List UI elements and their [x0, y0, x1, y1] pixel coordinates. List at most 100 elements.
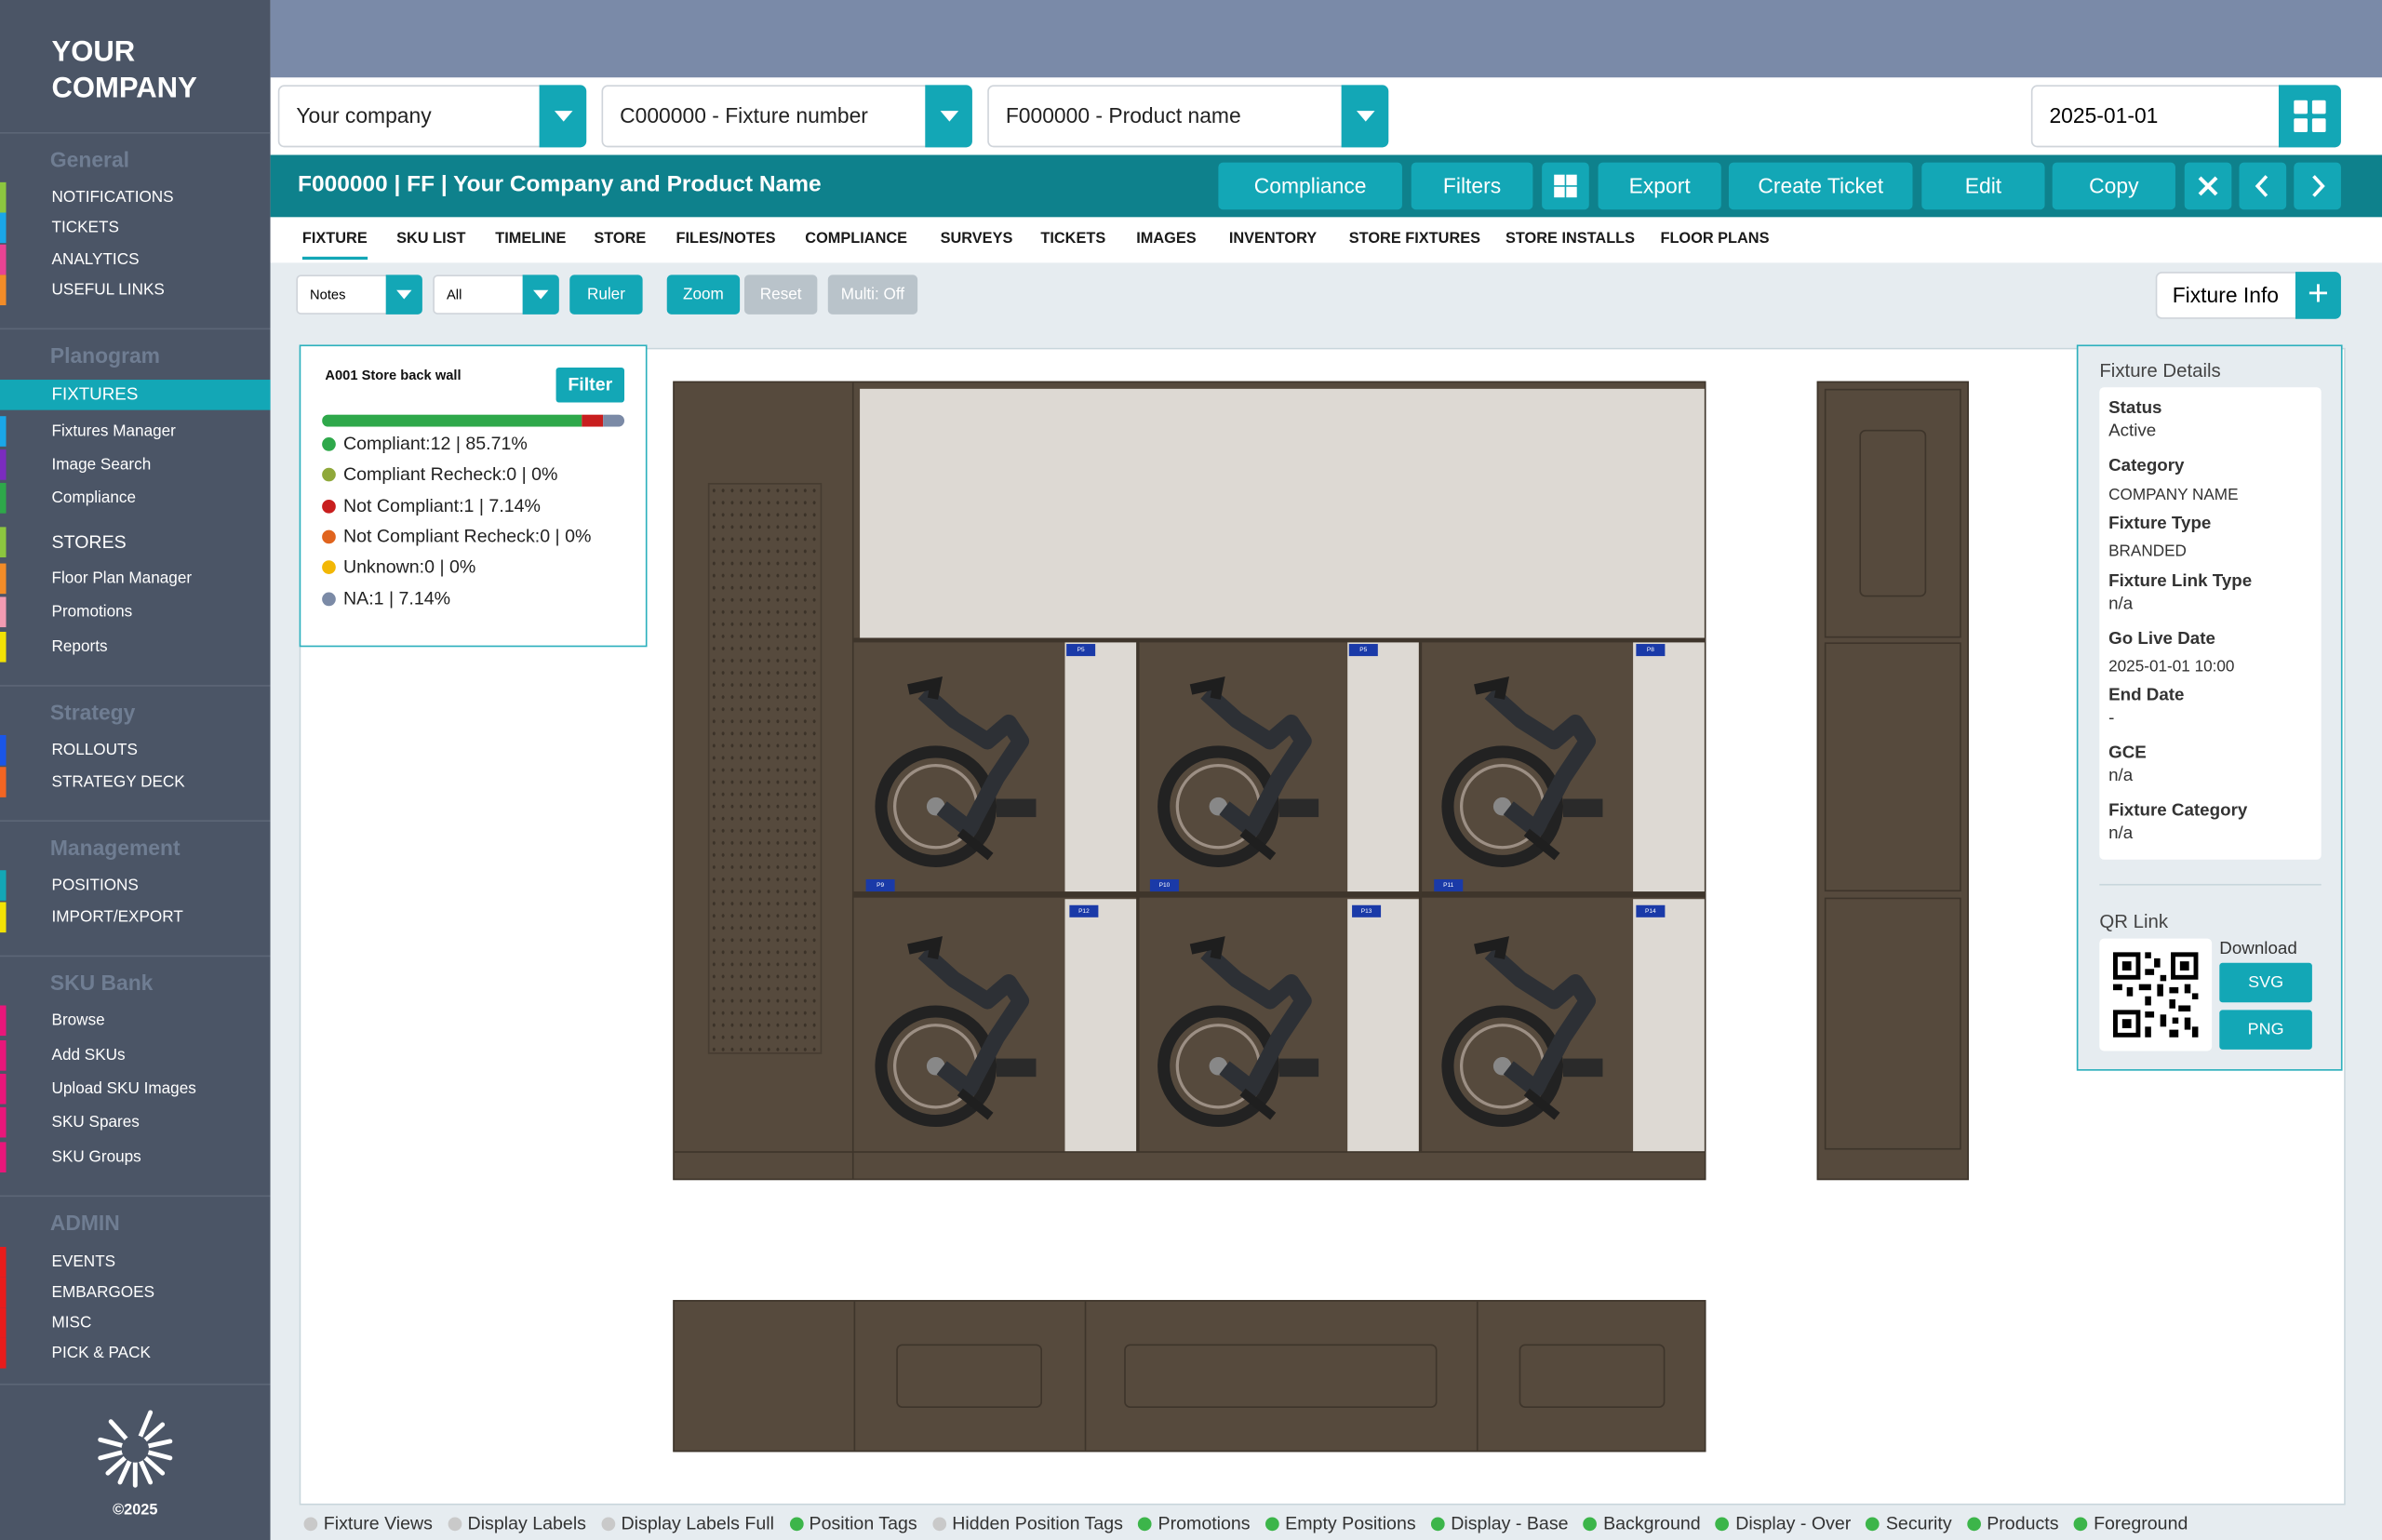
fixture-plan-view[interactable] — [673, 1300, 1706, 1453]
legend-toggle[interactable]: Hidden Position Tags — [932, 1513, 1123, 1533]
create-ticket-button[interactable]: Create Ticket — [1728, 162, 1913, 210]
tab-inventory[interactable]: INVENTORY — [1229, 231, 1317, 248]
sidebar-item-strategy-deck[interactable]: STRATEGY DECK — [0, 767, 271, 797]
position-tag[interactable]: P8 — [1636, 644, 1666, 657]
chevron-down-icon[interactable] — [522, 275, 559, 315]
sidebar-item-rollouts[interactable]: ROLLOUTS — [0, 734, 271, 766]
tab-sku-list[interactable]: SKU LIST — [396, 231, 465, 248]
notes-select[interactable]: Notes — [296, 275, 422, 315]
sidebar-item-sku-groups[interactable]: SKU Groups — [0, 1142, 271, 1173]
tab-store-fixtures[interactable]: STORE FIXTURES — [1349, 231, 1480, 248]
all-select[interactable]: All — [433, 275, 559, 315]
sidebar-item-sku-spares[interactable]: SKU Spares — [0, 1106, 271, 1138]
sidebar-item-compliance[interactable]: Compliance — [0, 483, 271, 514]
tab-floor-plans[interactable]: FLOOR PLANS — [1660, 231, 1769, 248]
position-tag[interactable]: P14 — [1636, 904, 1666, 917]
tab-tickets[interactable]: TICKETS — [1040, 231, 1105, 248]
chevron-down-icon[interactable] — [1341, 85, 1389, 148]
sidebar-item-analytics[interactable]: ANALYTICS — [0, 244, 271, 275]
grid-view-button[interactable] — [2278, 85, 2341, 148]
qr-code[interactable] — [2099, 938, 2213, 1051]
sidebar-item-embargoes[interactable]: EMBARGOES — [0, 1277, 271, 1308]
legend-toggle[interactable]: Display - Over — [1715, 1513, 1851, 1533]
filter-button[interactable]: Filter — [555, 367, 625, 403]
zoom-button[interactable]: Zoom — [666, 275, 741, 315]
tab-timeline[interactable]: TIMELINE — [495, 231, 566, 248]
compliance-button[interactable]: Compliance — [1218, 162, 1402, 210]
sidebar-item-fixtures[interactable]: FIXTURES — [0, 380, 288, 413]
legend-toggle[interactable]: Display - Base — [1430, 1513, 1569, 1533]
legend-toggle[interactable]: Display Labels — [448, 1513, 586, 1533]
folding-bike-product[interactable] — [863, 922, 1064, 1143]
fixture-select[interactable]: C000000 - Fixture number — [601, 85, 972, 148]
fixture-side-view[interactable] — [1816, 381, 1969, 1181]
chevron-down-icon[interactable] — [539, 85, 587, 148]
edit-button[interactable]: Edit — [1921, 162, 2045, 210]
sidebar-item-fixtures-manager[interactable]: Fixtures Manager — [0, 416, 271, 447]
fixture-info-button[interactable]: Fixture Info + — [2155, 272, 2341, 319]
sidebar-item-reports[interactable]: Reports — [0, 631, 271, 663]
ruler-button[interactable]: Ruler — [569, 275, 643, 315]
bike-icon — [1441, 936, 1603, 1128]
folding-bike-product[interactable] — [1145, 663, 1346, 883]
sidebar-item-stores[interactable]: STORES — [0, 527, 271, 557]
sidebar-item-notifications[interactable]: NOTIFICATIONS — [0, 181, 271, 213]
tab-images[interactable]: IMAGES — [1136, 231, 1196, 248]
tab-files-notes[interactable]: FILES/NOTES — [676, 231, 776, 248]
legend-toggle[interactable]: Products — [1966, 1513, 2059, 1533]
company-select[interactable]: Your company — [277, 85, 587, 148]
sidebar-item-useful-links[interactable]: USEFUL LINKS — [0, 275, 271, 306]
product-select[interactable]: F000000 - Product name — [987, 85, 1389, 148]
layout-button[interactable] — [1542, 162, 1589, 210]
sidebar-item-browse[interactable]: Browse — [0, 1005, 271, 1037]
chevron-down-icon[interactable] — [385, 275, 422, 315]
legend-toggle[interactable]: Display Labels Full — [601, 1513, 774, 1533]
position-tag[interactable]: P12 — [1069, 904, 1099, 917]
next-button[interactable] — [2294, 162, 2341, 210]
legend-toggle[interactable]: Security — [1866, 1513, 1952, 1533]
export-button[interactable]: Export — [1598, 162, 1721, 210]
download-svg-button[interactable]: SVG — [2219, 962, 2312, 1003]
tab-store-installs[interactable]: STORE INSTALLS — [1505, 231, 1635, 248]
sidebar-item-events[interactable]: EVENTS — [0, 1246, 271, 1278]
close-button[interactable] — [2184, 162, 2232, 210]
position-tag[interactable]: P5 — [1066, 644, 1096, 657]
legend-toggle[interactable]: Promotions — [1138, 1513, 1251, 1533]
folding-bike-product[interactable] — [1429, 922, 1630, 1143]
legend-toggle[interactable]: Position Tags — [789, 1513, 917, 1533]
company-logo[interactable]: YOUR COMPANY — [52, 35, 197, 108]
fixture-front-view[interactable]: P5 P5 P8 P9 P10 P11 P12 P13 P14 — [673, 381, 1706, 1181]
date-field[interactable]: 2025-01-01 — [2030, 85, 2341, 148]
folding-bike-product[interactable] — [863, 663, 1064, 883]
chevron-down-icon[interactable] — [925, 85, 972, 148]
multi-toggle-button[interactable]: Multi: Off — [827, 275, 918, 315]
legend-toggle[interactable]: Fixture Views — [303, 1513, 433, 1533]
sidebar-item-upload-sku-images[interactable]: Upload SKU Images — [0, 1073, 271, 1105]
sidebar-item-add-skus[interactable]: Add SKUs — [0, 1040, 271, 1071]
position-tag[interactable]: P5 — [1348, 644, 1378, 657]
tab-compliance[interactable]: COMPLIANCE — [805, 231, 907, 248]
previous-button[interactable] — [2239, 162, 2287, 210]
folding-bike-product[interactable] — [1145, 922, 1346, 1143]
copy-button[interactable]: Copy — [2052, 162, 2175, 210]
sidebar-item-tickets[interactable]: TICKETS — [0, 212, 271, 244]
sidebar-item-import-export[interactable]: IMPORT/EXPORT — [0, 902, 271, 933]
legend-toggle[interactable]: Foreground — [2073, 1513, 2188, 1533]
legend-toggle[interactable]: Background — [1583, 1513, 1701, 1533]
sidebar-item-promotions[interactable]: Promotions — [0, 596, 271, 628]
filters-button[interactable]: Filters — [1411, 162, 1533, 210]
legend-toggle[interactable]: Empty Positions — [1265, 1513, 1416, 1533]
tab-fixture[interactable]: FIXTURE — [301, 231, 368, 261]
tab-store[interactable]: STORE — [594, 231, 646, 248]
folding-bike-product[interactable] — [1429, 663, 1630, 883]
download-png-button[interactable]: PNG — [2219, 1010, 2312, 1050]
reset-button[interactable]: Reset — [743, 275, 818, 315]
sidebar-item-image-search[interactable]: Image Search — [0, 449, 271, 480]
tab-surveys[interactable]: SURVEYS — [941, 231, 1013, 248]
sidebar-item-floor-plan-manager[interactable]: Floor Plan Manager — [0, 563, 271, 595]
plus-icon[interactable]: + — [2295, 272, 2341, 319]
sidebar-item-positions[interactable]: POSITIONS — [0, 870, 271, 901]
sidebar-item-misc[interactable]: MISC — [0, 1307, 271, 1338]
sidebar-item-pick-pack[interactable]: PICK & PACK — [0, 1337, 271, 1369]
position-tag[interactable]: P13 — [1352, 904, 1382, 917]
